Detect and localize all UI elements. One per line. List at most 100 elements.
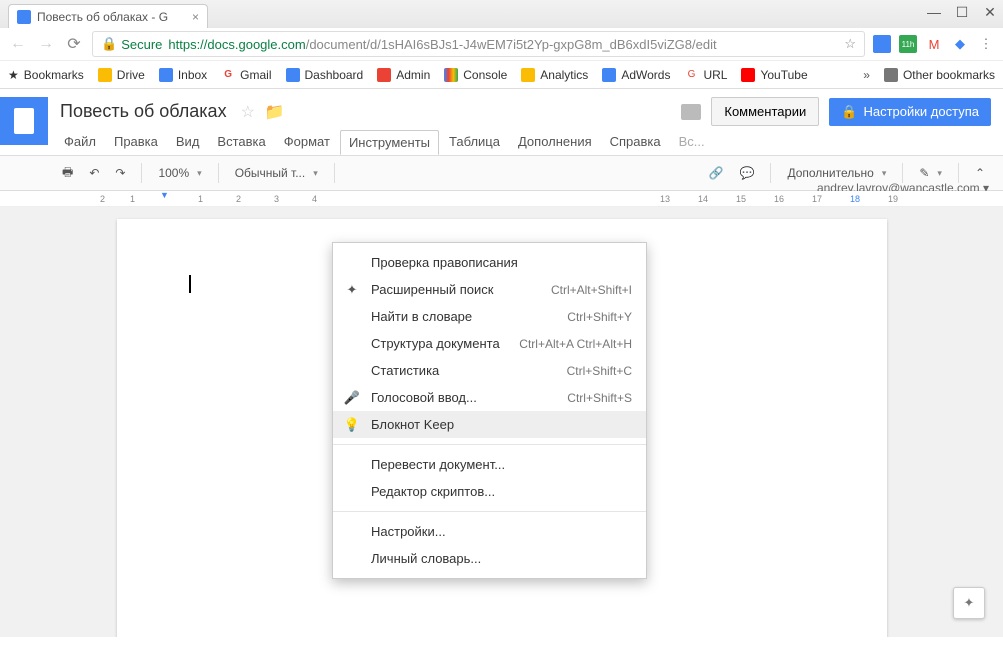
ext-icon-1[interactable]	[873, 35, 891, 53]
link-icon[interactable]: 🔗	[703, 162, 730, 184]
bookmark-dashboard[interactable]: Dashboard	[286, 68, 364, 82]
dashboard-icon	[286, 68, 300, 82]
tab-close-icon[interactable]: ×	[192, 10, 199, 24]
microphone-icon: 🎤	[343, 390, 361, 406]
browser-menu-icon[interactable]: ⋮	[977, 35, 995, 53]
inbox-icon	[159, 68, 173, 82]
bookmark-admin[interactable]: Admin	[377, 68, 430, 82]
bookmark-gmail[interactable]: GGmail	[221, 68, 271, 82]
bookmark-inbox[interactable]: Inbox	[159, 68, 207, 82]
menu-item-spellcheck[interactable]: Проверка правописания	[333, 249, 646, 276]
redo-icon[interactable]: ↷	[109, 162, 131, 184]
paragraph-style-dropdown[interactable]: Обычный т...	[229, 162, 324, 184]
window-controls: — ☐ ✕	[925, 4, 999, 21]
lightbulb-icon: 💡	[343, 417, 361, 433]
menu-tools[interactable]: Инструменты	[340, 130, 439, 155]
docs-logo-icon	[14, 108, 34, 134]
bookmark-console[interactable]: Console	[444, 68, 507, 82]
admin-icon	[377, 68, 391, 82]
menu-item-dictionary[interactable]: Найти в словареCtrl+Shift+Y	[333, 303, 646, 330]
explore-icon: ✦	[343, 282, 361, 298]
drive-icon	[98, 68, 112, 82]
indent-marker-icon[interactable]: ▼	[160, 190, 169, 200]
window-close-icon[interactable]: ✕	[981, 4, 999, 21]
menu-separator	[333, 511, 646, 512]
comment-add-icon[interactable]: 💬	[733, 162, 760, 184]
menu-item-explore[interactable]: ✦Расширенный поискCtrl+Alt+Shift+I	[333, 276, 646, 303]
menu-item-preferences[interactable]: Настройки...	[333, 518, 646, 545]
menu-item-outline[interactable]: Структура документаCtrl+Alt+A Ctrl+Alt+H	[333, 330, 646, 357]
document-title[interactable]: Повесть об облаках	[56, 99, 231, 124]
zoom-dropdown[interactable]: 100%	[152, 162, 207, 184]
bookmark-star-icon[interactable]: ☆	[844, 36, 856, 52]
move-folder-icon[interactable]: 📁	[265, 102, 285, 122]
ext-gmail-icon[interactable]: M	[925, 35, 943, 53]
menu-item-script-editor[interactable]: Редактор скриптов...	[333, 478, 646, 505]
nav-reload-icon[interactable]: ⟳	[64, 34, 84, 54]
menu-addons[interactable]: Дополнения	[510, 130, 600, 155]
browser-tab-bar: Повесть об облаках - G × — ☐ ✕	[0, 0, 1003, 28]
lock-icon: 🔒	[841, 104, 857, 120]
bookmark-drive[interactable]: Drive	[98, 68, 145, 82]
comments-button[interactable]: Комментарии	[711, 97, 819, 126]
bookmark-adwords[interactable]: AdWords	[602, 68, 670, 82]
explore-fab[interactable]: ✦	[953, 587, 985, 619]
tools-menu-dropdown: Проверка правописания ✦Расширенный поиск…	[332, 242, 647, 579]
adwords-icon	[602, 68, 616, 82]
youtube-icon	[741, 68, 755, 82]
menubar: Файл Правка Вид Вставка Формат Инструмен…	[56, 130, 991, 155]
folder-icon	[884, 68, 898, 82]
window-maximize-icon[interactable]: ☐	[953, 4, 971, 21]
tab-title: Повесть об облаках - G	[37, 10, 168, 24]
menu-item-translate[interactable]: Перевести документ...	[333, 451, 646, 478]
text-cursor	[189, 275, 191, 293]
gmail-icon: G	[221, 68, 235, 82]
analytics-icon	[521, 68, 535, 82]
menu-item-personal-dictionary[interactable]: Личный словарь...	[333, 545, 646, 572]
other-bookmarks[interactable]: Other bookmarks	[884, 68, 995, 82]
menu-edit[interactable]: Правка	[106, 130, 166, 155]
comment-stream-icon[interactable]	[681, 104, 701, 120]
address-bar[interactable]: 🔒 Secure https://docs.google.com/documen…	[92, 31, 865, 57]
secure-label: Secure	[121, 37, 162, 52]
window-minimize-icon[interactable]: —	[925, 4, 943, 21]
bookmark-analytics[interactable]: Analytics	[521, 68, 588, 82]
star-icon: ★	[8, 68, 19, 82]
secure-badge: 🔒 Secure	[101, 36, 162, 52]
menu-format[interactable]: Формат	[276, 130, 338, 155]
menu-item-keep-notepad[interactable]: 💡Блокнот Keep	[333, 411, 646, 438]
bookmarks-overflow-icon[interactable]: »	[863, 68, 870, 82]
share-button[interactable]: 🔒Настройки доступа	[829, 98, 991, 126]
ruler[interactable]: ▼ 2 1 1 2 3 4 13 14 15 16 17 18 19	[0, 191, 1003, 207]
menu-item-voice-typing[interactable]: 🎤Голосовой ввод...Ctrl+Shift+S	[333, 384, 646, 411]
star-document-icon[interactable]: ☆	[241, 102, 255, 122]
print-icon[interactable]: 🖶	[56, 159, 79, 188]
console-icon	[444, 68, 458, 82]
nav-back-icon[interactable]: ←	[8, 35, 28, 53]
menu-separator	[333, 444, 646, 445]
menu-help[interactable]: Справка	[602, 130, 669, 155]
menu-more[interactable]: Вс...	[671, 130, 713, 155]
ext-icon-4[interactable]: ◆	[951, 35, 969, 53]
url-icon: G	[684, 68, 698, 82]
bookmark-youtube[interactable]: YouTube	[741, 68, 807, 82]
nav-forward-icon[interactable]: →	[36, 35, 56, 53]
docs-favicon	[17, 10, 31, 24]
docs-logo[interactable]	[0, 97, 48, 145]
menu-item-wordcount[interactable]: СтатистикаCtrl+Shift+C	[333, 357, 646, 384]
undo-icon[interactable]: ↶	[83, 162, 105, 184]
url-host: https://docs.google.com	[168, 37, 305, 52]
ext-icon-2[interactable]: 11h	[899, 35, 917, 53]
menu-table[interactable]: Таблица	[441, 130, 508, 155]
explore-fab-icon: ✦	[964, 595, 975, 611]
lock-icon: 🔒	[101, 36, 117, 52]
extension-icons: 11h M ◆ ⋮	[873, 35, 995, 53]
menu-insert[interactable]: Вставка	[209, 130, 273, 155]
bookmarks-toggle[interactable]: ★ Bookmarks	[8, 68, 84, 82]
bookmark-url[interactable]: GURL	[684, 68, 727, 82]
menu-view[interactable]: Вид	[168, 130, 208, 155]
menu-file[interactable]: Файл	[56, 130, 104, 155]
browser-tab[interactable]: Повесть об облаках - G ×	[8, 4, 208, 28]
url-path: /document/d/1sHAI6sBJs1-J4wEM7i5t2Yp-gxp…	[306, 37, 717, 52]
bookmarks-bar: ★ Bookmarks Drive Inbox GGmail Dashboard…	[0, 60, 1003, 88]
